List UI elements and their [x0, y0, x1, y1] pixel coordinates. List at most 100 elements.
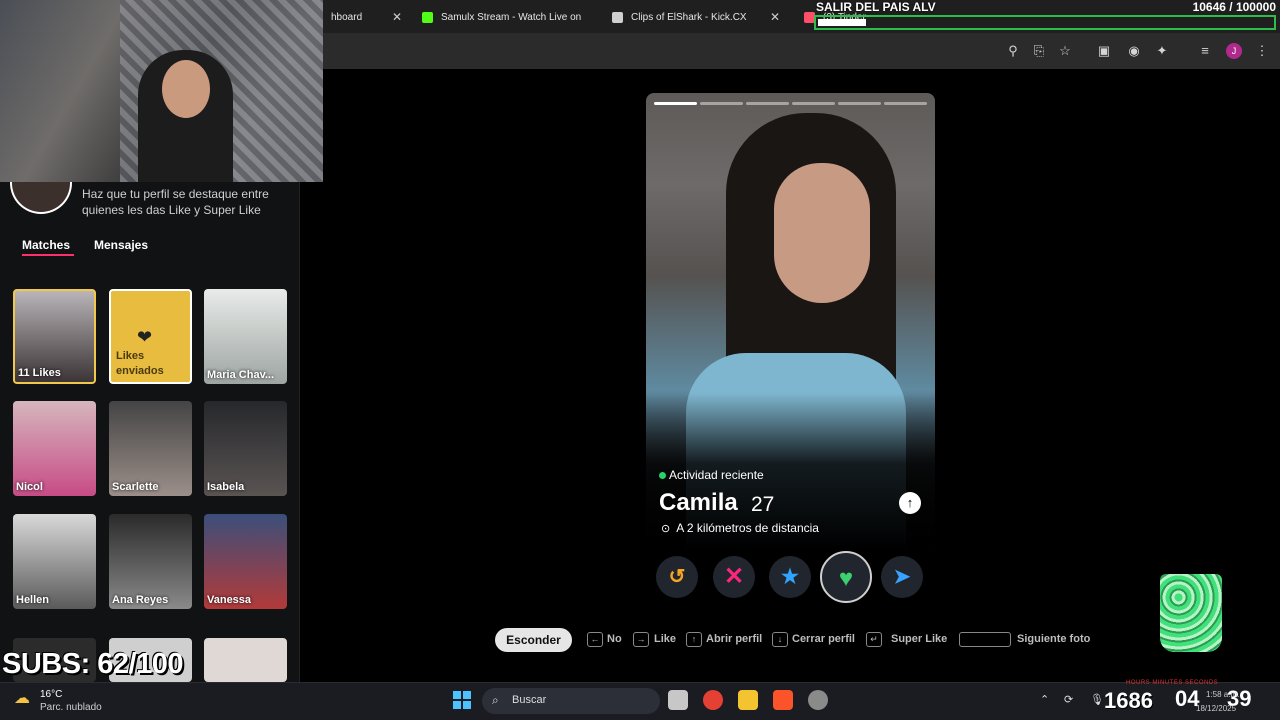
match-card[interactable]: Vanessa — [204, 514, 287, 609]
heart-icon: ♥ — [838, 565, 854, 592]
file-explorer-icon[interactable] — [738, 690, 758, 710]
photo-indicator-segment — [884, 102, 927, 105]
subs-counter: SUBS: 62/100 — [2, 648, 184, 680]
system-time[interactable]: 1:58 a.m. — [1206, 690, 1239, 699]
send-icon: ➤ — [893, 566, 911, 588]
search-label: Buscar — [512, 694, 547, 706]
photo-indicator-segment — [838, 102, 881, 105]
likes-count: 11 Likes — [18, 367, 61, 379]
brave-icon[interactable] — [773, 690, 793, 710]
tab-label: Samulx Stream - Watch Live on — [441, 11, 582, 23]
distance-label: A 2 kilómetros de distancia — [676, 521, 819, 535]
shortcut-super-like: Super Like — [891, 633, 948, 645]
tray-chevron-icon[interactable]: ⌃ — [1040, 693, 1049, 706]
weather-cloud-icon[interactable]: ☁ — [14, 688, 30, 708]
super-like-button[interactable]: ★ — [769, 556, 811, 598]
clips-favicon-icon — [612, 11, 623, 23]
profile-name: Camila — [659, 489, 738, 516]
extension-icon[interactable]: ◉ — [1125, 42, 1143, 60]
arrow-right-key-icon: → — [633, 632, 649, 647]
webcam-overlay — [0, 0, 323, 182]
tab-messages[interactable]: Mensajes — [94, 238, 148, 252]
browser-tab[interactable]: Samulx Stream - Watch Live on — [414, 4, 606, 30]
match-name: Maria Chav... — [207, 369, 275, 381]
tab-close-icon[interactable]: ✕ — [392, 10, 402, 24]
browser-tab[interactable]: Clips of ElShark - Kick.CX ✕ — [604, 4, 786, 30]
arrow-down-key-icon: ↓ — [772, 632, 788, 647]
profile-distance: ⊙ A 2 kilómetros de distancia — [661, 521, 819, 535]
taskbar-search[interactable]: ⌕ Buscar — [482, 688, 660, 714]
photo-indicator-segment — [746, 102, 789, 105]
chrome-icon[interactable] — [703, 690, 723, 710]
like-button[interactable]: ♥ — [820, 551, 872, 603]
tab-matches[interactable]: Matches — [22, 238, 70, 252]
online-dot-icon — [659, 471, 666, 479]
puzzle-icon[interactable]: ✦ — [1153, 42, 1171, 60]
goal-progress-fill — [818, 19, 866, 26]
browser-profile-avatar[interactable]: J — [1226, 43, 1242, 59]
profile-photo-face — [774, 163, 870, 303]
activity-status: Actividad reciente — [659, 468, 764, 482]
tab-label: hboard — [331, 11, 363, 23]
match-name: Ana Reyes — [112, 594, 169, 606]
match-card[interactable]: Isabela — [204, 401, 287, 496]
match-card[interactable] — [204, 638, 287, 682]
match-name: Vanessa — [207, 594, 252, 606]
goal-cup-decoration — [1160, 574, 1222, 652]
browser-tab[interactable]: hboard ✕ — [323, 4, 408, 30]
stream-timer-hours: 1686 — [1104, 688, 1153, 713]
promo-text: Haz que tu perfil se destaque entre quie… — [82, 187, 269, 217]
bookmark-star-icon[interactable]: ☆ — [1056, 42, 1074, 60]
task-view-icon[interactable] — [668, 690, 688, 710]
tab-close-icon[interactable]: ✕ — [770, 10, 780, 24]
photo-indicator-segment — [700, 102, 743, 105]
arrow-up-key-icon: ↑ — [686, 632, 702, 647]
match-name: Scarlette — [112, 481, 159, 493]
space-key-icon — [959, 632, 1011, 647]
extension-icon[interactable]: ▣ — [1095, 42, 1113, 60]
photo-indicator-segment — [792, 102, 835, 105]
photo-indicator-segment — [654, 102, 697, 105]
star-icon: ★ — [781, 566, 799, 588]
obs-icon[interactable] — [808, 690, 828, 710]
rewind-button[interactable]: ↺ — [656, 556, 698, 598]
stream-timer-labels: HOURS MINUTES SECONDS — [1126, 680, 1219, 686]
shortcut-next-photo: Siguiente foto — [1017, 633, 1091, 645]
goal-count: 10646 / 100000 — [1192, 0, 1276, 14]
match-card[interactable]: Nicol — [13, 401, 96, 496]
goal-title: SALIR DEL PAIS ALV — [816, 0, 936, 14]
weather-desc: Parc. nublado — [40, 702, 102, 713]
kick-favicon-icon — [422, 11, 433, 23]
match-card[interactable]: Maria Chav... — [204, 289, 287, 384]
screen: { "browser": { "tabs": [ {"label": "hboa… — [0, 0, 1280, 720]
match-card[interactable]: Scarlette — [109, 401, 192, 496]
cast-icon[interactable]: ⎘ — [1030, 42, 1048, 60]
location-icon[interactable]: ⚲ — [1004, 42, 1022, 60]
shortcut-like: Like — [654, 633, 677, 645]
hide-shortcuts-button[interactable]: Esconder — [495, 628, 572, 652]
weather-temp: 16°C — [40, 689, 63, 700]
boost-button[interactable]: ➤ — [881, 556, 923, 598]
windows-start-icon[interactable] — [453, 691, 471, 709]
nope-button[interactable]: ✕ — [713, 556, 755, 598]
menu-dots-icon[interactable]: ⋮ — [1253, 42, 1271, 60]
heart-speed-icon: ❤ — [137, 327, 153, 347]
tray-sync-icon[interactable]: ⟳ — [1064, 693, 1073, 706]
media-icon[interactable]: ≡ — [1196, 42, 1214, 60]
match-card[interactable]: Ana Reyes — [109, 514, 192, 609]
enter-key-icon: ↵ — [866, 632, 882, 647]
arrow-left-key-icon: ← — [587, 632, 603, 647]
system-date[interactable]: 18/12/2025 — [1196, 704, 1236, 713]
rewind-icon: ↺ — [668, 566, 686, 588]
open-profile-button[interactable]: ↑ — [899, 492, 921, 514]
location-pin-icon: ⊙ — [661, 522, 671, 535]
likes-card[interactable]: 11 Likes — [13, 289, 96, 384]
activity-label: Actividad reciente — [669, 468, 764, 482]
likes-sent-label: Likes enviados — [116, 350, 164, 377]
goal-progress-bar — [814, 15, 1276, 30]
likes-sent-card[interactable]: ❤ Likes enviados — [109, 289, 192, 384]
match-card[interactable]: Hellen — [13, 514, 96, 609]
profile-age: 27 — [751, 493, 775, 516]
shortcut-open-profile: Abrir perfil — [706, 633, 763, 645]
microphone-icon[interactable]: 🎙 — [1090, 693, 1104, 706]
